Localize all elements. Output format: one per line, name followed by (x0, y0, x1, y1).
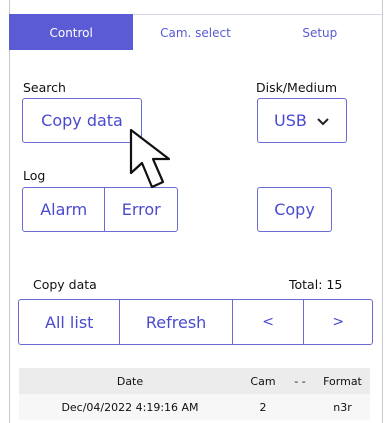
tab-cam-select[interactable]: Cam. select (133, 14, 258, 50)
header-format: Format (323, 374, 362, 388)
tab-control[interactable]: Control (9, 14, 134, 50)
disk-medium-label: Disk/Medium (256, 80, 338, 95)
header-cam: Cam (250, 374, 276, 388)
cell-cam: 2 (259, 400, 267, 414)
copy-data-table: Date Cam - - Format Dec/04/2022 4:19:16 … (19, 368, 370, 420)
header-dash: - - (294, 374, 306, 388)
disk-medium-value: USB (274, 111, 307, 130)
copy-data-label: Copy data (33, 277, 97, 292)
tab-setup[interactable]: Setup (257, 14, 382, 50)
chevron-down-icon (317, 118, 329, 126)
total-count: Total: 15 (289, 277, 343, 292)
alarm-button[interactable]: Alarm (23, 188, 104, 231)
log-buttons: Alarm Error (22, 187, 178, 232)
search-label: Search (23, 80, 66, 95)
cell-date: Dec/04/2022 4:19:16 AM (61, 400, 199, 414)
refresh-button[interactable]: Refresh (119, 300, 231, 344)
copy-data-toolbar: All list Refresh < > (18, 299, 373, 345)
prev-page-button[interactable]: < (231, 300, 304, 344)
table-header: Date Cam - - Format (19, 368, 370, 394)
log-label: Log (23, 168, 46, 183)
all-list-button[interactable]: All list (19, 300, 119, 344)
next-page-button[interactable]: > (303, 300, 372, 344)
cell-format: n3r (333, 400, 352, 414)
copy-data-search-button[interactable]: Copy data (22, 98, 142, 143)
copy-button[interactable]: Copy (257, 187, 332, 232)
disk-medium-select[interactable]: USB (257, 98, 347, 143)
mouse-pointer-icon (129, 128, 171, 189)
header-date: Date (116, 374, 144, 388)
tab-bar: Control Cam. select Setup (9, 14, 382, 50)
table-row[interactable]: Dec/04/2022 4:19:16 AM 2 n3r (19, 394, 370, 420)
error-button[interactable]: Error (104, 188, 177, 231)
